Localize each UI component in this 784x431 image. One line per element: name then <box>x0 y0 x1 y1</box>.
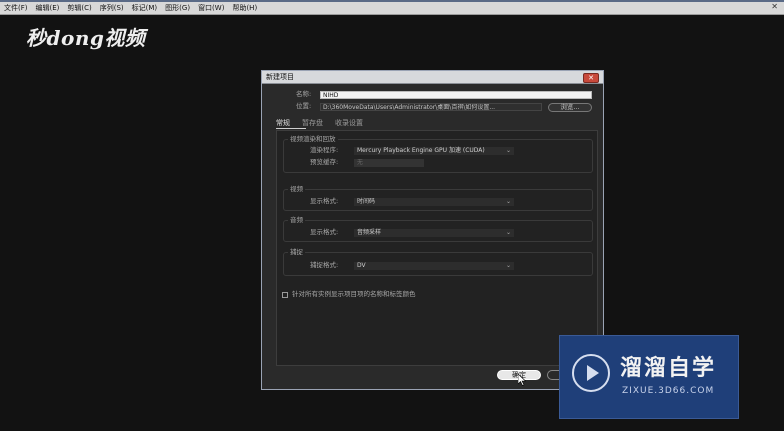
menu-graphics[interactable]: 图形(G) <box>161 3 194 13</box>
renderer-dropdown[interactable]: Mercury Playback Engine GPU 加速 (CUDA) ⌄ <box>354 147 514 155</box>
name-label: 名称: <box>296 90 312 98</box>
audio-display-format-value: 音频采样 <box>357 229 382 236</box>
video-display-format-dropdown[interactable]: 时间码 ⌄ <box>354 198 514 206</box>
dialog-close-button[interactable]: ✕ <box>583 73 599 83</box>
mouse-cursor-icon <box>518 374 526 386</box>
location-value: D:\360MoveData\Users\Administrator\桌面\百祺… <box>323 104 496 111</box>
renderer-label: 渲染程序: <box>310 146 339 154</box>
chevron-down-icon: ⌄ <box>505 147 511 154</box>
audio-display-format-label: 显示格式: <box>310 228 339 236</box>
chevron-down-icon: ⌄ <box>505 262 511 269</box>
show-label-colors-label: 针对所有实例显示项目项的名称和标签颜色 <box>292 290 416 298</box>
menu-markers[interactable]: 标记(M) <box>128 3 162 13</box>
video-group-title: 视频 <box>288 185 305 194</box>
menu-edit[interactable]: 编辑(E) <box>32 3 64 13</box>
dialog-titlebar: 新建项目 ✕ <box>262 71 603 84</box>
audio-group: 音频 显示格式: 音频采样 ⌄ <box>283 216 593 242</box>
new-project-dialog: 新建项目 ✕ 名称: NIHD 位置: D:\360MoveData\Users… <box>261 70 604 390</box>
video-display-format-label: 显示格式: <box>310 197 339 205</box>
tab-general[interactable]: 常规 <box>276 118 290 128</box>
capture-group: 捕捉 捕捉格式: DV ⌄ <box>283 248 593 276</box>
location-label: 位置: <box>296 102 312 110</box>
video-display-format-value: 时间码 <box>357 198 376 205</box>
audio-display-format-dropdown[interactable]: 音频采样 ⌄ <box>354 229 514 237</box>
active-tab-indicator <box>276 128 306 129</box>
audio-group-title: 音频 <box>288 216 305 225</box>
renderer-value: Mercury Playback Engine GPU 加速 (CUDA) <box>357 147 485 154</box>
render-group: 视频渲染和回放 渲染程序: Mercury Playback Engine GP… <box>283 135 593 173</box>
site-watermark: 溜溜自学 ZIXUE.3D66.COM <box>559 335 739 419</box>
video-group: 视频 显示格式: 时间码 ⌄ <box>283 185 593 211</box>
location-dropdown[interactable]: D:\360MoveData\Users\Administrator\桌面\百祺… <box>320 103 542 111</box>
capture-format-dropdown[interactable]: DV ⌄ <box>354 262 514 270</box>
video-watermark-logo: 秒dong视频 <box>26 26 146 50</box>
menu-bar: 文件(F) 编辑(E) 剪辑(C) 序列(S) 标记(M) 图形(G) 窗口(W… <box>0 0 784 15</box>
render-group-title: 视频渲染和回放 <box>288 135 338 144</box>
show-label-colors-checkbox[interactable] <box>282 292 288 298</box>
tab-scratch-disks[interactable]: 暂存盘 <box>302 118 323 128</box>
window-close-icon[interactable]: ✕ <box>771 2 778 12</box>
capture-group-title: 捕捉 <box>288 248 305 257</box>
capture-format-label: 捕捉格式: <box>310 261 339 269</box>
general-panel: 视频渲染和回放 渲染程序: Mercury Playback Engine GP… <box>276 130 598 366</box>
dialog-title: 新建项目 <box>266 73 294 81</box>
watermark-brand: 溜溜自学 <box>620 356 717 381</box>
preview-cache-value: 无 <box>357 159 364 166</box>
capture-format-value: DV <box>357 262 366 269</box>
play-icon <box>587 365 599 381</box>
tab-ingest-settings[interactable]: 收录设置 <box>335 118 363 128</box>
menu-clip[interactable]: 剪辑(C) <box>63 3 95 13</box>
menu-list: 文件(F) 编辑(E) 剪辑(C) 序列(S) 标记(M) 图形(G) 窗口(W… <box>0 3 261 13</box>
dialog-tabs: 常规 暂存盘 收录设置 <box>276 118 375 128</box>
chevron-down-icon: ⌄ <box>505 229 511 236</box>
chevron-down-icon: ⌄ <box>505 198 511 205</box>
menu-file[interactable]: 文件(F) <box>0 3 32 13</box>
watermark-url: ZIXUE.3D66.COM <box>622 386 715 396</box>
menu-help[interactable]: 帮助(H) <box>228 3 261 13</box>
app-title-strip <box>0 0 784 2</box>
preview-cache-dropdown: 无 <box>354 159 424 167</box>
browse-button[interactable]: 浏览... <box>548 103 592 112</box>
project-name-input[interactable]: NIHD <box>320 91 592 99</box>
menu-sequence[interactable]: 序列(S) <box>96 3 128 13</box>
menu-window[interactable]: 窗口(W) <box>194 3 228 13</box>
preview-cache-label: 预览缓存: <box>310 158 339 166</box>
play-logo-icon <box>572 354 610 392</box>
